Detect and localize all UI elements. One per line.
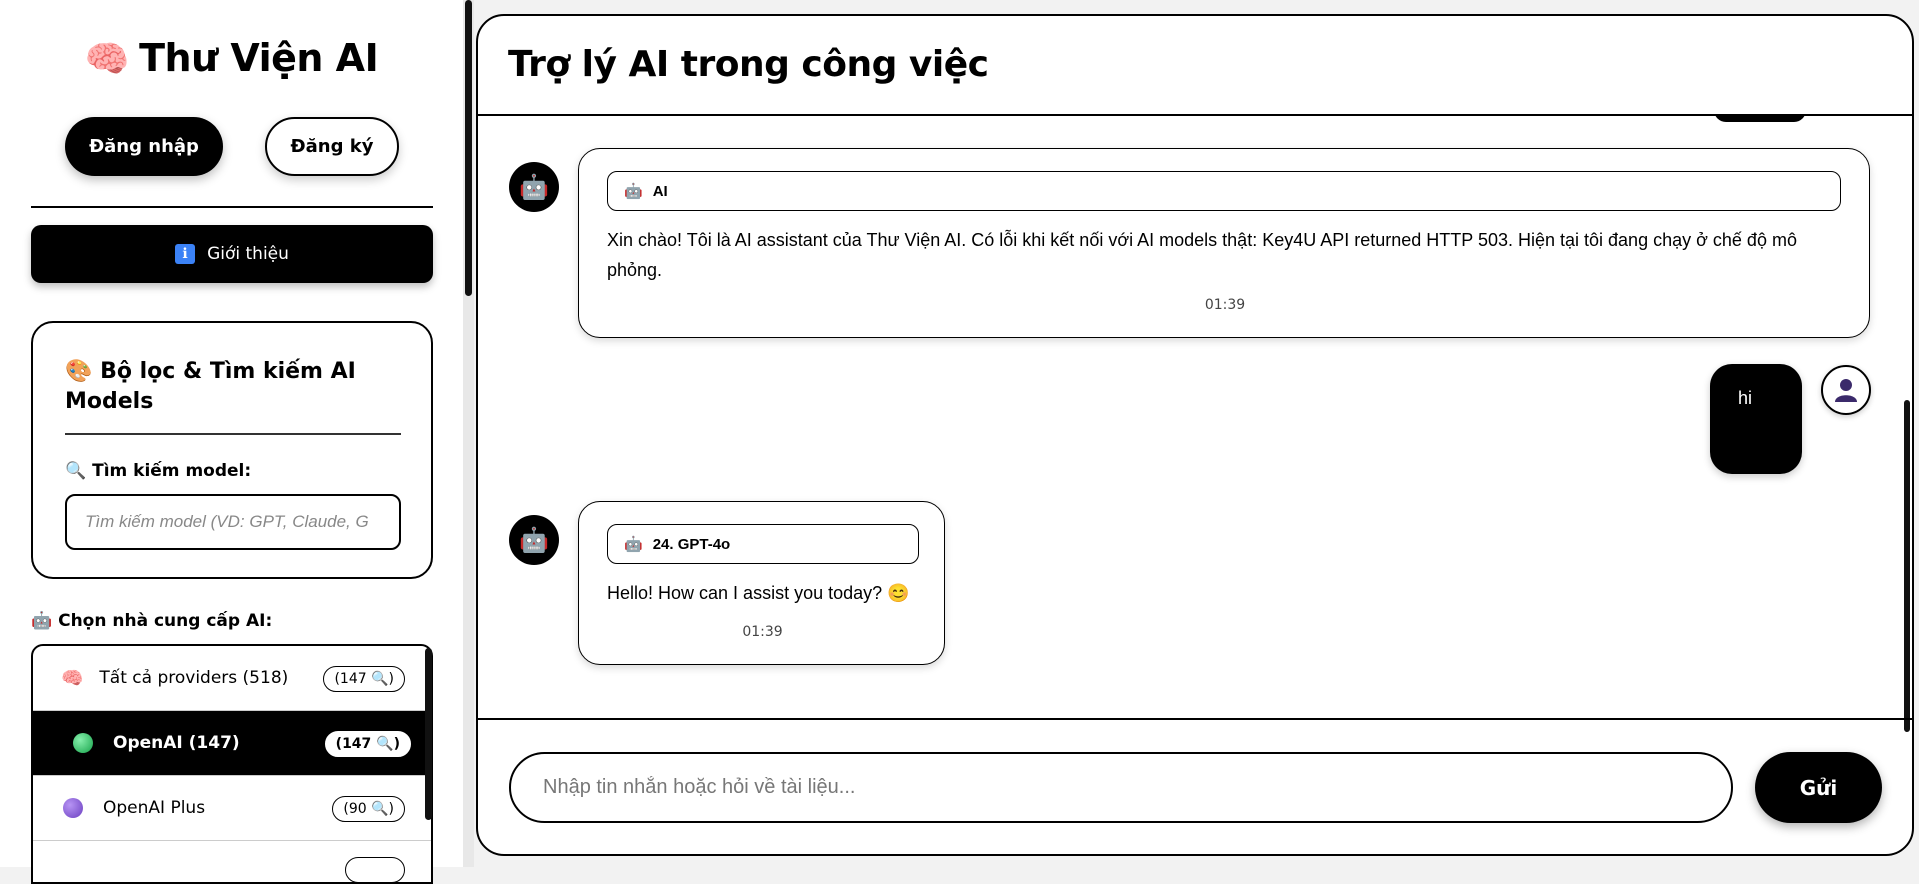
message-text: hi [1738,388,1753,408]
provider-label: Tất cả providers (518) [99,668,289,688]
message-list: 🤖 🤖 AI Xin chào! Tôi là AI assistant của… [478,116,1912,720]
provider-item-openai-plus[interactable]: OpenAI Plus (90 🔍) [33,776,431,841]
message-list-scrollbar[interactable] [1904,400,1910,732]
provider-list-scrollbar[interactable] [425,648,432,820]
filter-title: 🎨 Bộ lọc & Tìm kiếm AI Models [65,357,405,417]
robot-icon: 🤖 [519,526,549,554]
robot-icon: 🤖 [624,536,643,553]
login-button[interactable]: Đăng nhập [65,117,223,176]
brain-icon: 🧠 [84,39,130,80]
chat-title: Trợ lý AI trong công việc [508,44,989,85]
input-divider [478,718,1912,720]
provider-count-badge: (147 🔍) [323,666,405,692]
provider-item-openai[interactable]: OpenAI (147) (147 🔍) [33,711,431,776]
model-tag: 🤖 24. GPT-4o [607,524,919,564]
sidebar-scrollbar[interactable] [463,0,474,867]
user-icon [1835,379,1857,402]
ai-message-bubble: 🤖 AI Xin chào! Tôi là AI assistant của T… [578,148,1870,338]
palette-icon: 🎨 [65,359,93,384]
brand-title: 🧠 Thư Viện AI [0,36,463,80]
model-search-input[interactable] [65,494,401,550]
purple-dot-icon [63,798,83,818]
bot-avatar: 🤖 [509,515,559,565]
provider-count-badge: (147 🔍) [324,731,411,757]
brand-title-text: Thư Viện AI [139,36,379,80]
provider-item-all[interactable]: 🧠 Tất cả providers (518) (147 🔍) [33,646,431,711]
green-dot-icon [73,733,93,753]
robot-icon: 🤖 [31,611,53,631]
robot-icon: 🤖 [624,183,643,200]
provider-count-badge: (90 🔍) [332,796,405,822]
provider-label: OpenAI Plus [103,798,206,818]
message-timestamp: 01:39 [742,624,783,640]
message-input[interactable] [509,752,1733,823]
providers-label-text: Chọn nhà cung cấp AI: [58,611,273,631]
message-timestamp: 01:39 [1204,297,1246,313]
intro-label: Giới thiệu [207,244,289,264]
intro-button[interactable]: ℹ Giới thiệu [31,225,433,283]
sidebar-divider [31,206,433,208]
message-text: Xin chào! Tôi là AI assistant của Thư Vi… [607,230,1797,280]
send-button[interactable]: Gửi [1755,752,1882,823]
model-tag: 🤖 AI [607,171,1841,211]
provider-item-partial[interactable] [33,841,431,882]
sidebar: 🧠 Thư Viện AI Đăng nhập Đăng ký ℹ Giới th… [0,0,463,884]
filter-divider [65,433,401,435]
model-name: 24. GPT-4o [652,535,731,553]
bot-avatar: 🤖 [509,162,559,212]
model-name: AI [652,182,668,200]
user-avatar [1821,365,1871,415]
ai-message-bubble: 🤖 24. GPT-4o Hello! How can I assist you… [578,501,945,665]
info-icon: ℹ [175,244,196,264]
search-label-text: Tìm kiếm model: [92,461,252,481]
filter-title-text: Bộ lọc & Tìm kiếm AI Models [65,359,356,414]
message-text: Hello! How can I assist you today? 😊 [607,583,910,603]
chat-panel: Trợ lý AI trong công việc 🤖 🤖 AI Xin chà… [476,14,1914,856]
robot-icon: 🤖 [519,173,549,201]
provider-label: OpenAI (147) [113,733,240,753]
search-label: 🔍 Tìm kiếm model: [65,461,251,481]
provider-list[interactable]: 🧠 Tất cả providers (518) (147 🔍) OpenAI … [31,644,433,884]
register-button[interactable]: Đăng ký [265,117,399,176]
provider-count-badge [345,857,405,882]
brain-icon: 🧠 [61,667,84,689]
search-icon: 🔍 [65,461,87,481]
sidebar-scrollbar-thumb[interactable] [465,0,472,296]
providers-label: 🤖 Chọn nhà cung cấp AI: [31,611,272,631]
previous-message-edge [1714,116,1806,122]
filter-card: 🎨 Bộ lọc & Tìm kiếm AI Models 🔍 Tìm kiếm… [31,321,433,579]
user-message-bubble: hi [1710,364,1802,474]
